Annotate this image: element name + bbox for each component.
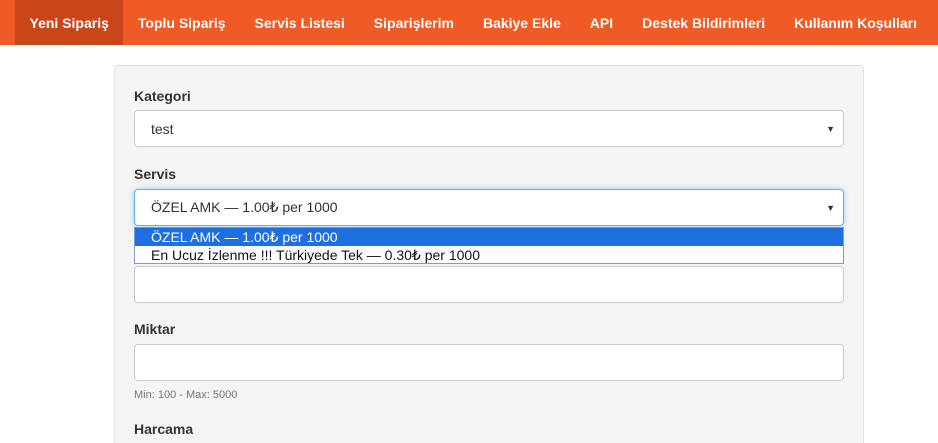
service-option[interactable]: ÖZEL AMK — 1.00₺ per 1000 — [135, 228, 843, 246]
service-dropdown-list: ÖZEL AMK — 1.00₺ per 1000 En Ucuz İzlenm… — [134, 227, 844, 264]
nav-item-destek-bildirimleri[interactable]: Destek Bildirimleri — [628, 0, 780, 45]
link-input[interactable] — [134, 266, 844, 303]
quantity-label: Miktar — [134, 321, 176, 337]
nav-item-api[interactable]: API — [575, 0, 627, 45]
top-navbar: Yeni Sipariş Toplu Sipariş Servis Listes… — [0, 0, 938, 45]
category-label: Kategori — [134, 88, 191, 104]
quantity-help-text: Min: 100 - Max: 5000 — [134, 389, 238, 401]
charge-label: Harcama — [134, 421, 194, 437]
service-option[interactable]: En Ucuz İzlenme !!! Türkiyede Tek — 0.30… — [135, 246, 843, 264]
category-select[interactable]: test ▼ — [134, 110, 844, 147]
nav-item-bakiye-ekle[interactable]: Bakiye Ekle — [468, 0, 575, 45]
service-select[interactable]: ÖZEL AMK — 1.00₺ per 1000 ▼ — [134, 189, 844, 226]
nav-item-toplu-siparis[interactable]: Toplu Sipariş — [123, 0, 240, 45]
nav-item-servis-listesi[interactable]: Servis Listesi — [240, 0, 359, 45]
service-select-value: ÖZEL AMK — 1.00₺ per 1000 — [151, 199, 338, 215]
nav-item-yeni-siparis[interactable]: Yeni Sipariş — [15, 0, 124, 45]
service-label: Servis — [134, 166, 177, 182]
nav-item-siparislerim[interactable]: Siparişlerim — [359, 0, 468, 45]
caret-down-icon: ▼ — [826, 123, 835, 134]
category-select-value: test — [151, 120, 174, 137]
nav-item-kullanim-kosullari[interactable]: Kullanım Koşulları — [780, 0, 932, 45]
quantity-input[interactable] — [134, 344, 844, 381]
caret-down-icon: ▼ — [826, 202, 835, 213]
